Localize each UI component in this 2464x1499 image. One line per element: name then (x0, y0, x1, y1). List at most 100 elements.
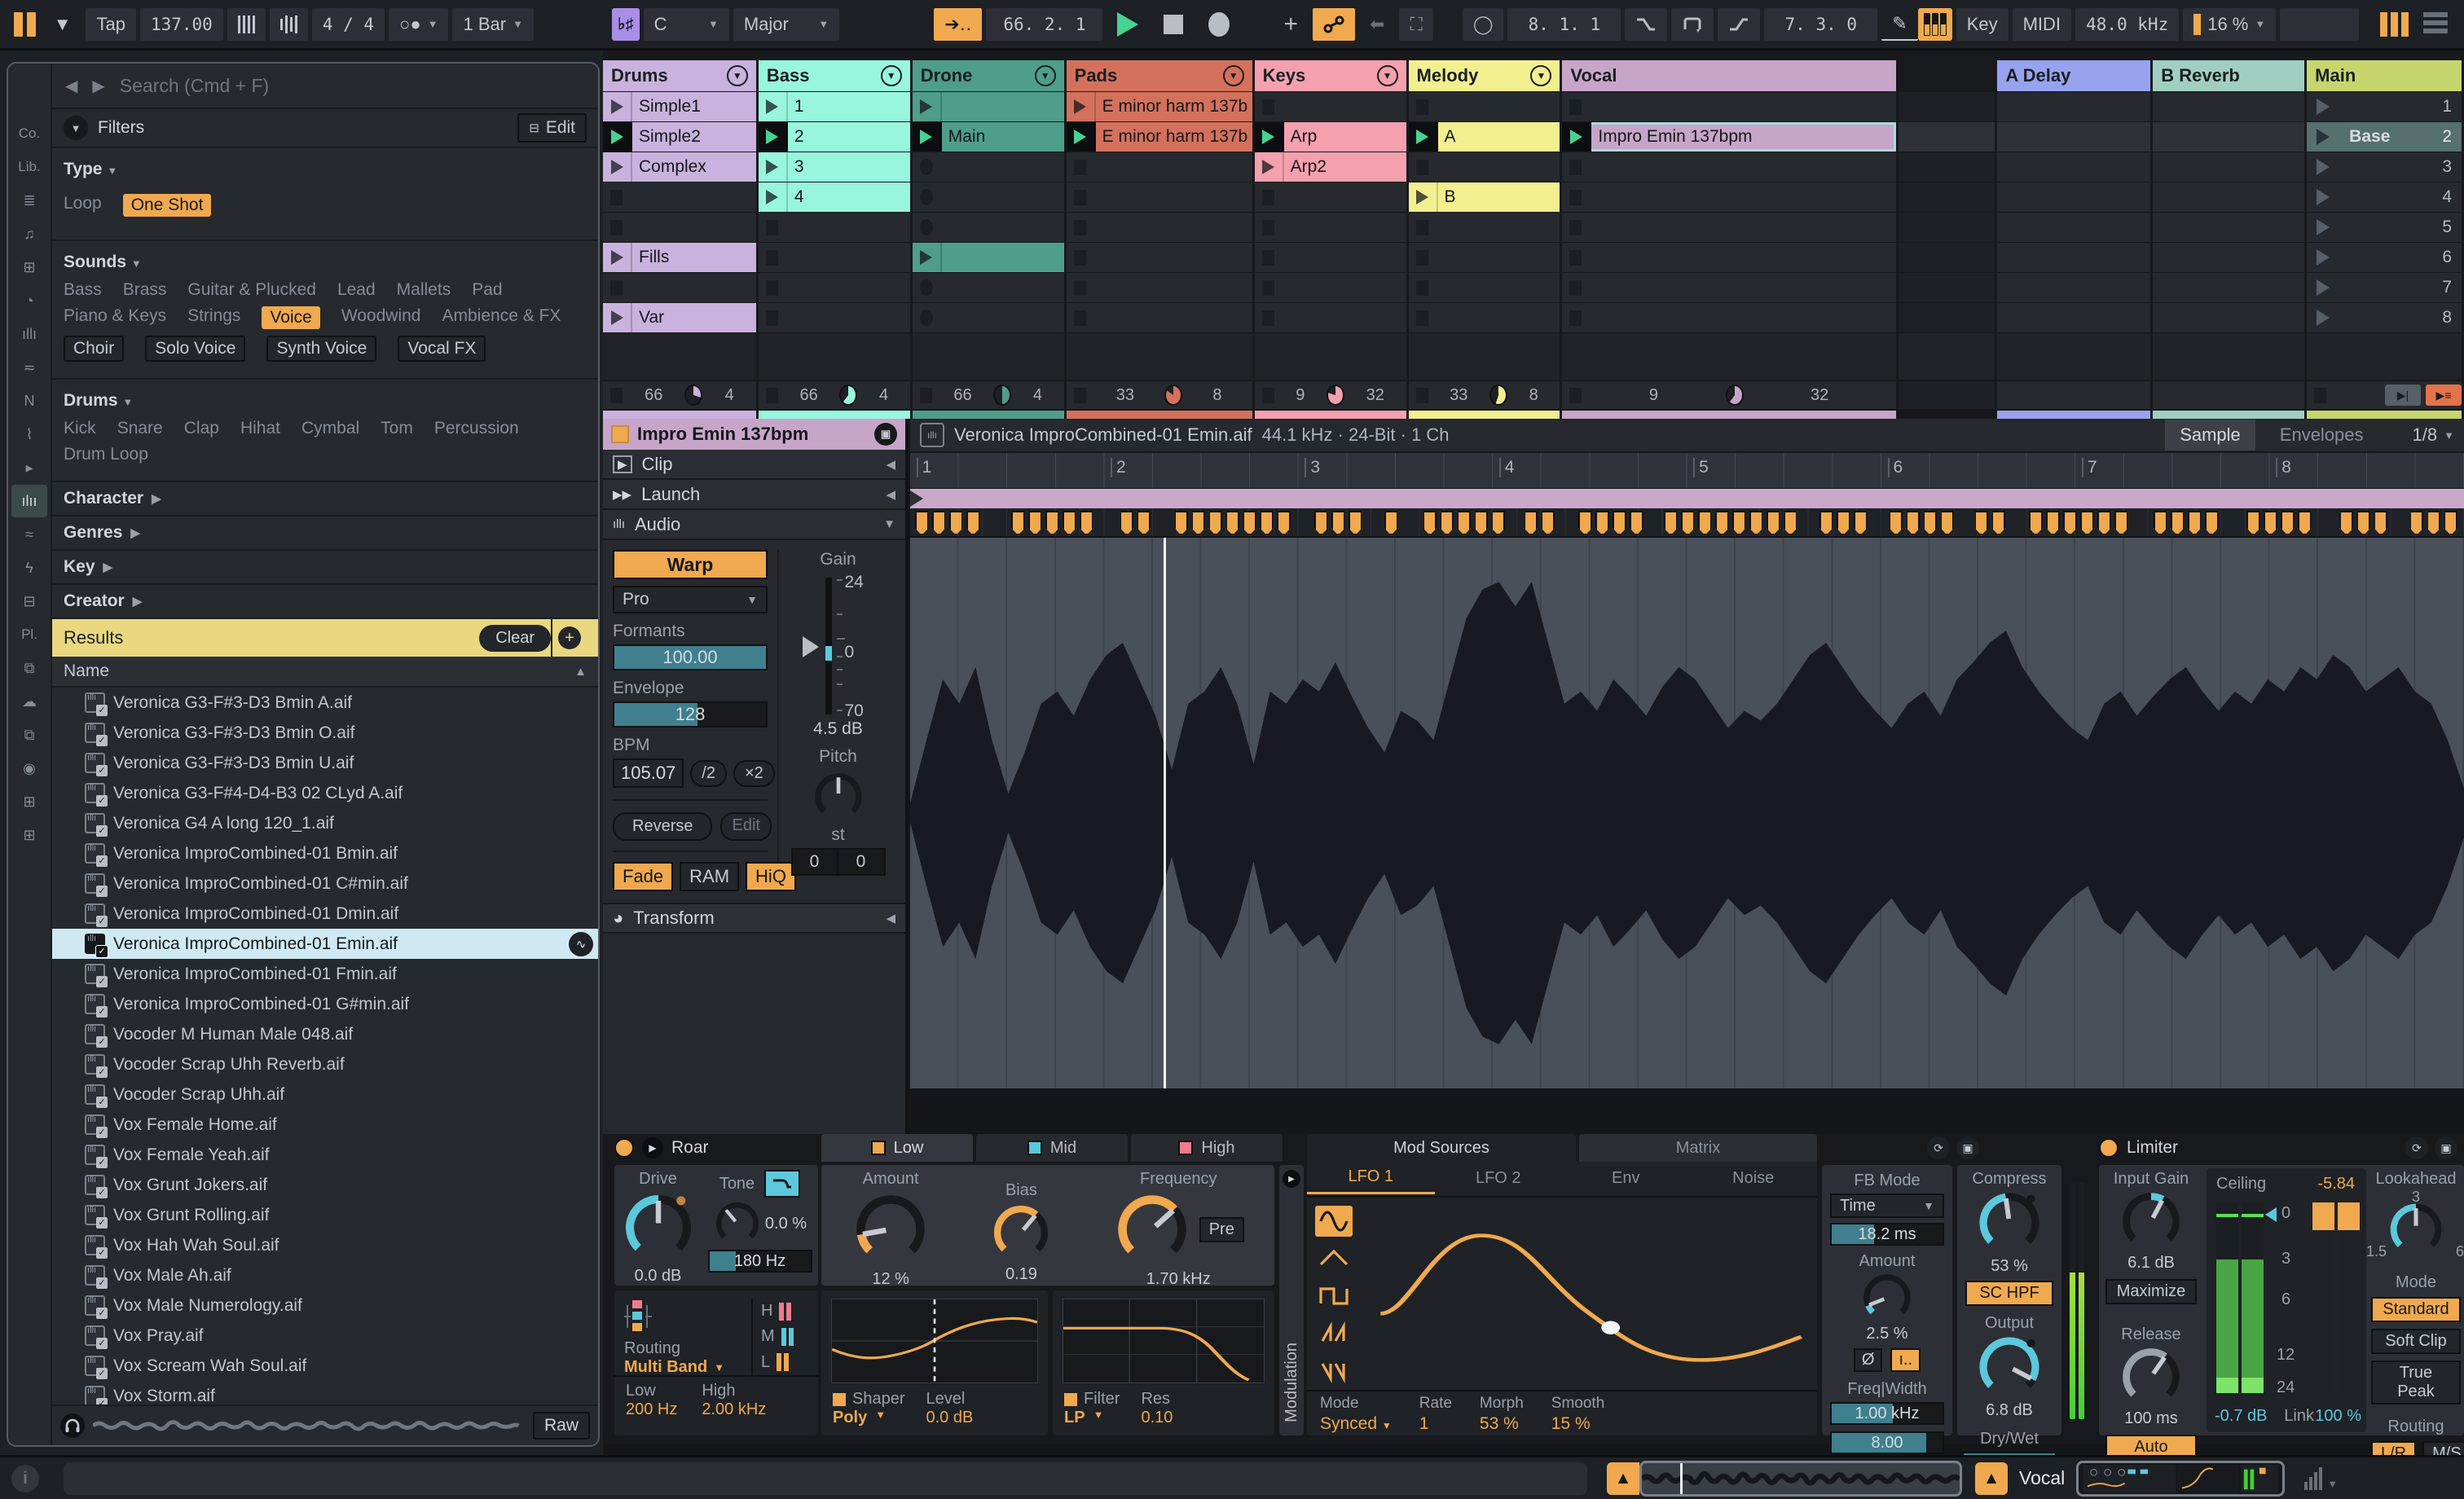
rail-item-packs[interactable]: ≣ (11, 184, 47, 217)
fb-mode-menu[interactable]: Time ▼ (1830, 1193, 1944, 1218)
pitch-coarse-field[interactable]: 0 (793, 850, 838, 874)
filter-chip-hihat[interactable]: Hihat (240, 419, 280, 438)
empty-clip-slot[interactable] (1066, 182, 1252, 212)
clip-slot[interactable] (912, 243, 1064, 272)
drive-value[interactable]: 0.0 dB (635, 1267, 682, 1286)
release-knob[interactable] (2119, 1344, 2184, 1409)
track-dropdown-icon[interactable]: ▼ (880, 65, 902, 86)
computer-midi-keyboard-button[interactable] (1917, 7, 1952, 41)
warp-marker[interactable] (1749, 511, 1763, 535)
res-value[interactable]: 0.10 (1141, 1409, 1173, 1427)
warp-marker[interactable] (1783, 511, 1797, 535)
lookahead-knob[interactable] (2387, 1200, 2445, 1259)
warp-marker[interactable] (2263, 511, 2277, 535)
warp-marker[interactable] (1578, 511, 1592, 535)
clip-stop-button[interactable] (1261, 249, 1274, 266)
warp-marker[interactable] (2297, 511, 2312, 535)
roar-activator-led[interactable] (614, 1138, 634, 1158)
shaper-type-menu[interactable]: Poly ▼ (833, 1409, 905, 1427)
lfo-smooth-field[interactable]: Smooth 15 % (1551, 1395, 1604, 1434)
key-root-menu[interactable]: C ▼ (643, 7, 729, 41)
clip-slot[interactable]: E minor harm 137b (1066, 92, 1252, 121)
add-filter-button[interactable]: + (551, 619, 587, 657)
filter-section-genres[interactable]: Genres ▶ (52, 517, 598, 551)
metronome-button[interactable]: ○● ▼ (389, 7, 449, 41)
groove-nudge-down[interactable] (227, 7, 266, 41)
list-item[interactable]: Vox Male Ah.aif (52, 1260, 598, 1290)
rail-item-plugins[interactable]: ⌇ (11, 418, 47, 451)
capture-midi-button[interactable]: ⛶ (1399, 7, 1433, 41)
warp-marker[interactable] (2153, 511, 2167, 535)
filter-chip-tom[interactable]: Tom (381, 419, 413, 438)
empty-clip-slot[interactable] (1066, 213, 1252, 242)
scene-3[interactable]: 3 (2307, 152, 2462, 182)
clip-stop-button[interactable] (1415, 249, 1428, 266)
warp-marker[interactable] (1974, 511, 1989, 535)
rail-item-library[interactable]: Lib. (11, 151, 47, 183)
filter-chip-choir[interactable]: Choir (64, 336, 125, 362)
lfo-tab-env[interactable]: Env (1562, 1162, 1690, 1194)
warp-marker[interactable] (1423, 511, 1437, 535)
rail-item-user-files[interactable]: ⧉ (11, 652, 47, 684)
clip-bpm-field[interactable]: 105.07 (613, 758, 684, 788)
warp-marker[interactable] (2097, 511, 2111, 535)
band-frequency-knob[interactable] (1113, 1190, 1191, 1268)
pitch-fine-field[interactable]: 0 (838, 850, 884, 874)
rail-item-cloud[interactable]: ☁ (11, 685, 47, 718)
clip-stop-button[interactable] (1261, 99, 1274, 115)
track-header-keys[interactable]: Keys ▼ (1254, 60, 1406, 91)
track-header-a-delay[interactable]: A Delay (1997, 60, 2151, 91)
scene-play-icon[interactable] (2317, 279, 2330, 296)
preview-waveform-scrubber[interactable] (91, 1412, 525, 1440)
warp-marker[interactable] (1474, 511, 1489, 535)
crossover-low-value[interactable]: 200 Hz (626, 1400, 677, 1419)
punch-in-button[interactable] (1625, 7, 1668, 41)
band-frequency-value[interactable]: 1.70 kHz (1146, 1270, 1211, 1289)
list-item[interactable]: Vox Grunt Rolling.aif (52, 1200, 598, 1230)
device-chain-trigger-button[interactable]: ▲ (1975, 1462, 2008, 1495)
lfo-tab-lfo-2[interactable]: LFO 2 (1435, 1162, 1563, 1194)
list-item[interactable]: Vox Male Numerology.aif (52, 1290, 598, 1321)
session-view-toggle[interactable] (2380, 11, 2409, 37)
device-chain-overview[interactable] (2076, 1460, 2286, 1497)
clip-stop-button[interactable] (1569, 219, 1582, 235)
warp-marker[interactable] (1027, 511, 1042, 535)
scene-2[interactable]: Base 2 (2307, 122, 2462, 152)
warp-marker[interactable] (1137, 511, 1151, 535)
rail-item-grooves[interactable]: ≈ (11, 518, 47, 551)
track-dropdown-icon[interactable]: ▼ (1034, 65, 1056, 86)
stop-all-clips-button[interactable] (919, 387, 932, 403)
tap-tempo-button[interactable]: Tap (86, 7, 136, 41)
filter-chip-pad[interactable]: Pad (472, 280, 502, 300)
empty-clip-slot[interactable] (1562, 303, 1896, 332)
scene-play-icon[interactable] (2317, 249, 2330, 266)
maximize-button[interactable]: Maximize (2105, 1279, 2197, 1304)
clip-stop-button[interactable] (1073, 310, 1086, 326)
midi-map-button[interactable]: MIDI (2012, 7, 2072, 41)
mode-soft-clip-button[interactable]: Soft Clip (2371, 1329, 2461, 1354)
empty-clip-slot[interactable] (1066, 243, 1252, 272)
scene-6[interactable]: 6 (2307, 243, 2462, 272)
empty-clip-slot[interactable] (1254, 213, 1406, 242)
info-view-icon[interactable]: i (11, 1464, 39, 1492)
scene-play-icon[interactable] (2317, 310, 2330, 326)
draw-mode-button[interactable]: ✎ (1881, 8, 1918, 41)
scene-1[interactable]: 1 (2307, 92, 2462, 121)
fade-toggle[interactable]: Fade (613, 862, 674, 891)
empty-clip-slot[interactable] (1254, 182, 1406, 212)
lfo-shape-saw-up[interactable] (1315, 1318, 1353, 1349)
warp-marker[interactable] (2029, 511, 2044, 535)
list-item[interactable]: Vocoder Scrap Uhh Reverb.aif (52, 1049, 598, 1079)
warp-marker[interactable] (1629, 511, 1643, 535)
list-item[interactable]: Veronica ImproCombined-01 Fmin.aif (52, 959, 598, 989)
track-header-main[interactable]: Main (2307, 60, 2462, 91)
ceiling-handle[interactable] (2265, 1207, 2277, 1222)
track-dropdown-icon[interactable]: ▼ (1530, 65, 1552, 86)
clip-stop-button[interactable] (1415, 310, 1428, 326)
warp-marker[interactable] (1524, 511, 1538, 535)
preview-headphones-icon[interactable] (60, 1413, 85, 1438)
raw-preview-button[interactable]: Raw (532, 1412, 590, 1440)
track-dropdown-icon[interactable]: ▼ (1376, 65, 1398, 86)
clip-stop-button[interactable] (1569, 159, 1582, 175)
stop-all-clips-button[interactable] (1073, 387, 1086, 403)
